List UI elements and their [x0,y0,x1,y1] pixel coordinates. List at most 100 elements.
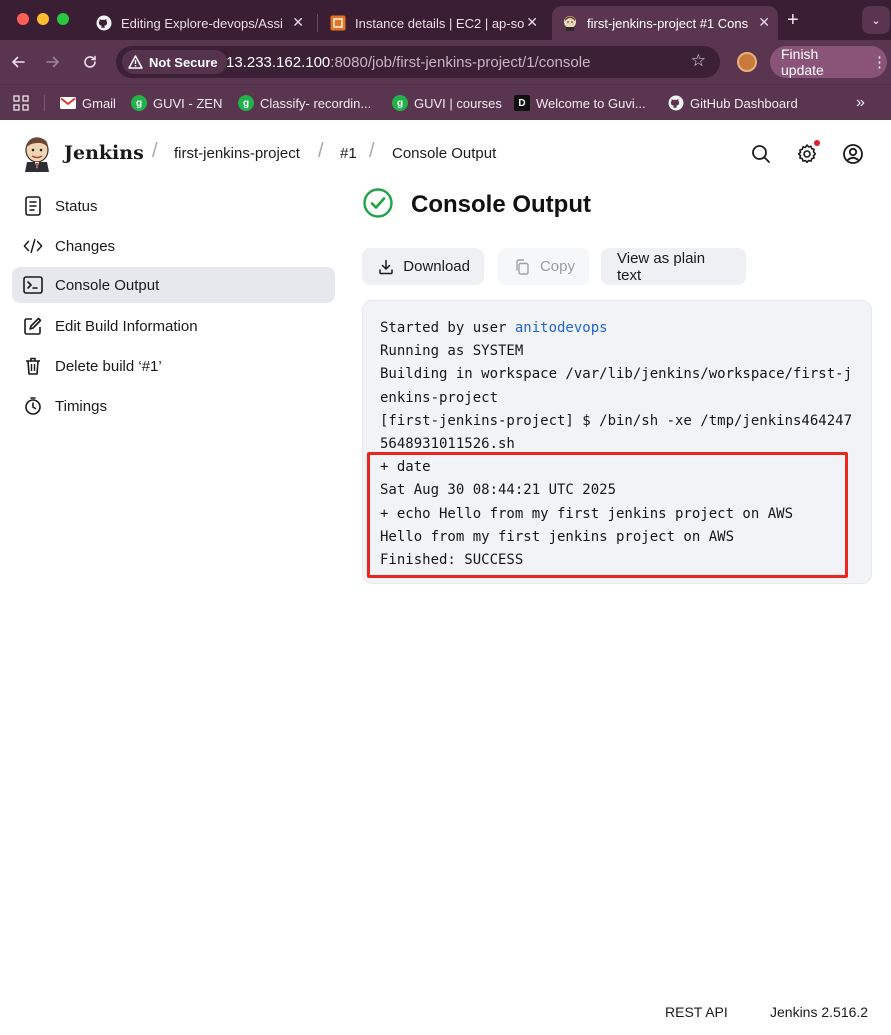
success-check-icon [362,187,394,224]
window-zoom-button[interactable] [57,13,69,25]
copy-button[interactable]: Copy [498,248,589,285]
jenkins-brand[interactable]: Jenkins [64,142,144,164]
bookmarks-overflow-button[interactable]: » [856,92,865,114]
arrow-right-icon [46,56,59,68]
sidebar-item-label: Changes [55,237,116,255]
url-text[interactable]: 13.233.162.100:8080/job/first-jenkins-pr… [226,54,590,71]
sidebar-item-label: Edit Build Information [55,317,198,335]
not-secure-label: Not Secure [149,54,218,70]
sidebar-item-changes[interactable]: Changes [12,228,335,264]
sidebar-item-timings[interactable]: Timings [12,388,335,424]
sidebar-item-label: Console Output [55,276,160,294]
sidebar-item-label: Delete build ‘#1’ [55,357,162,375]
gmail-icon [60,95,76,111]
breadcrumb-project[interactable]: first-jenkins-project [174,145,300,162]
edit-icon [23,316,43,336]
bookmark-star-icon[interactable]: ☆ [691,51,706,71]
sidebar-item-console-output[interactable]: Console Output [12,267,335,303]
bookmark-classify[interactable]: g Classify- recordin... [238,92,371,114]
view-plain-text-label: View as plain text [617,249,706,284]
bookmarks-bar: Gmail g GUVI - ZEN g Classify- recordin.… [0,84,891,120]
bookmark-guvi-courses[interactable]: g GUVI | courses [392,92,502,114]
back-button[interactable] [6,50,30,74]
tab-search-button[interactable]: ⌄ [862,6,890,34]
stopwatch-icon [23,396,43,416]
bookmark-label: GUVI | courses [414,95,502,111]
document-icon [23,196,43,216]
sidebar-item-edit-build[interactable]: Edit Build Information [12,308,335,344]
console-line: [first-jenkins-project] $ /bin/sh -xe /t… [380,412,853,453]
breadcrumb-build[interactable]: #1 [340,145,357,162]
bookmark-label: Classify- recordin... [260,95,372,111]
bookmark-github-dashboard[interactable]: GitHub Dashboard [668,92,798,114]
download-icon [378,258,394,276]
url-path: :8080/job/first-jenkins-project/1/consol… [330,54,591,71]
bookmark-guvi-zen[interactable]: g GUVI - ZEN [131,92,222,114]
browser-tab-jenkins[interactable]: first-jenkins-project #1 Cons ✕ [552,6,778,40]
view-plain-text-button[interactable]: View as plain text [601,248,746,285]
new-tab-button[interactable]: + [787,9,799,32]
window-minimize-button[interactable] [37,13,49,25]
sidebar-item-label: Status [55,197,98,215]
browser-toolbar: Not Secure 13.233.162.100:8080/job/first… [0,40,891,84]
breadcrumb-console-output[interactable]: Console Output [392,145,496,162]
copy-icon [514,258,531,276]
search-icon[interactable] [749,142,773,166]
window-close-button[interactable] [17,13,29,25]
close-tab-icon[interactable]: ✕ [526,14,538,31]
jenkins-icon [562,15,578,31]
browser-tab-strip: Editing Explore-devops/Assi ✕ Instance d… [0,0,891,40]
profile-avatar[interactable] [737,52,757,72]
terminal-icon [23,275,43,295]
breadcrumb-separator: / [318,140,324,162]
bookmark-label: GitHub Dashboard [690,95,798,111]
notification-dot [814,140,820,146]
tab-title: first-jenkins-project #1 Cons [587,15,749,31]
close-tab-icon[interactable]: ✕ [758,14,770,31]
browser-tab-github[interactable]: Editing Explore-devops/Assi ✕ [86,6,312,40]
jenkins-logo-icon[interactable] [22,136,52,172]
guvi-icon: g [392,95,408,111]
sidebar-item-status[interactable]: Status [12,188,335,224]
code-icon [23,236,43,256]
jenkins-version-link[interactable]: Jenkins 2.516.2 [770,1004,868,1020]
tab-title: Editing Explore-devops/Assi [121,15,283,31]
sidebar-item-label: Timings [55,397,107,415]
annotation-highlight-box [367,452,848,578]
bookmark-label: Gmail [82,95,116,111]
bookmarks-divider [44,95,45,111]
console-line: Started by user [380,320,515,336]
console-line: Running as SYSTEM [380,343,524,360]
breadcrumb-separator: / [369,140,375,162]
url-host: 13.233.162.100 [226,54,331,71]
download-label: Download [403,258,470,275]
finish-update-label: Finish update [781,46,824,78]
console-line: Building in workspace /var/lib/jenkins/w… [380,366,853,406]
more-vert-icon: ⋮ [872,54,887,71]
security-indicator[interactable]: Not Secure [122,50,227,74]
bookmark-label: GUVI - ZEN [153,95,223,111]
console-user-link[interactable]: anitodevops [515,320,608,336]
rest-api-link[interactable]: REST API [665,1004,728,1020]
reload-button[interactable] [78,50,102,74]
aws-ec2-icon [330,15,346,31]
page-title: Console Output [411,191,591,218]
arrow-left-icon [12,56,25,68]
browser-tab-ec2[interactable]: Instance details | EC2 | ap-so ✕ [320,6,546,40]
github-icon [668,95,684,111]
user-account-icon[interactable] [841,142,865,166]
bookmark-gmail[interactable]: Gmail [60,92,116,114]
sidebar-item-delete-build[interactable]: Delete build ‘#1’ [12,348,335,384]
guvi-icon: g [238,95,254,111]
finish-update-button[interactable]: Finish update ⋮ [770,46,887,78]
forward-button[interactable] [41,50,65,74]
address-bar[interactable]: Not Secure 13.233.162.100:8080/job/first… [116,46,720,78]
bookmark-label: Welcome to Guvi... [536,95,646,111]
apps-button[interactable] [13,92,29,114]
trash-icon [23,356,43,376]
close-tab-icon[interactable]: ✕ [292,14,304,31]
d-icon: D [514,95,530,111]
bookmark-welcome-guvi[interactable]: D Welcome to Guvi... [514,92,646,114]
reload-icon [84,55,96,68]
download-button[interactable]: Download [362,248,484,285]
